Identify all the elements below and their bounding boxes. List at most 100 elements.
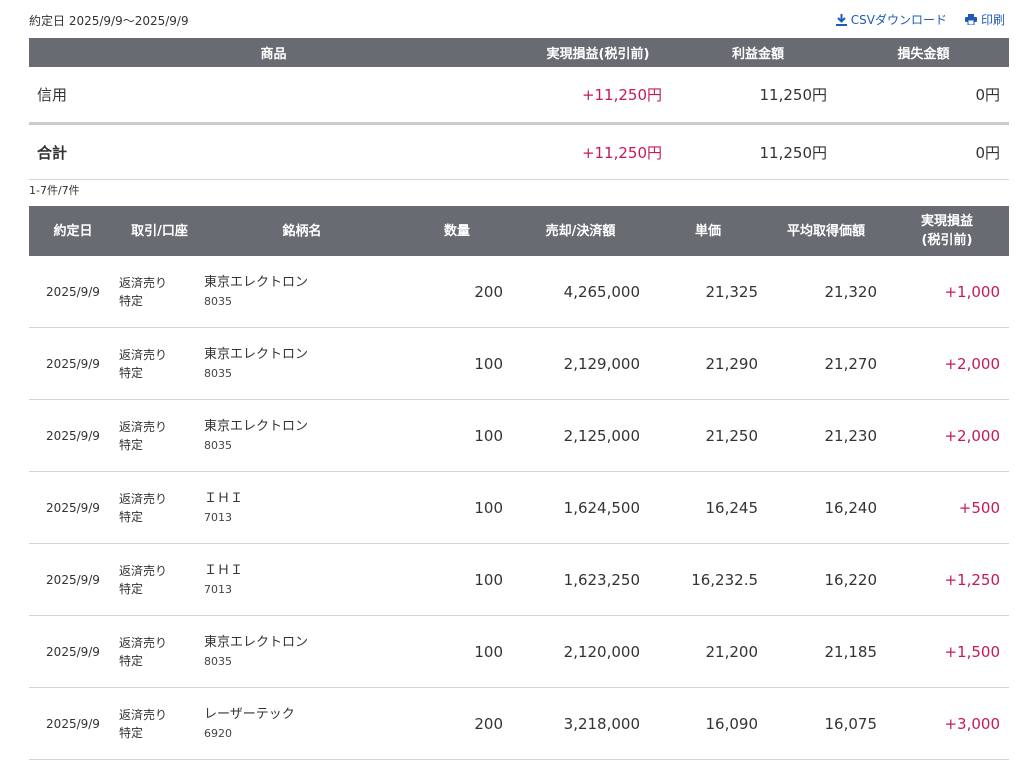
col-name[interactable]: 銘柄名 <box>202 206 402 256</box>
printer-icon <box>964 14 977 25</box>
row-stock-name[interactable]: レーザーテック <box>204 705 402 724</box>
row-stock-code: 7013 <box>204 510 232 524</box>
row-stock-code: 8035 <box>204 366 232 380</box>
toolbar-links: CSVダウンロード 印刷 <box>835 11 1005 28</box>
table-row: 2025/9/9 返済売り 特定 東京エレクトロン 8035 100 2,120,000 21… <box>29 615 1009 688</box>
top-bar: 約定日 2025/9/9〜2025/9/9 CSVダウンロード 印刷 <box>0 0 1027 38</box>
row-date: 2025/9/9 <box>29 615 117 688</box>
table-row: 2025/9/9 返済売り 特定 ＩＨＩ 7013 100 1,623,250 16,232.… <box>29 543 1009 616</box>
col-qty[interactable]: 数量 <box>402 206 512 256</box>
row-trade-type: 返済売り <box>119 635 168 650</box>
row-qty: 200 <box>402 256 512 328</box>
row-account-type: 特定 <box>119 293 144 308</box>
col-date[interactable]: 約定日 <box>29 206 117 256</box>
col-avg[interactable]: 平均取得価額 <box>767 206 885 256</box>
row-amount: 1,623,250 <box>512 543 649 616</box>
col-pl[interactable]: 実現損益 (税引前) <box>885 206 1009 256</box>
row-price: 16,232.5 <box>649 543 767 616</box>
row-stock-code: 7013 <box>204 582 232 596</box>
print-label: 印刷 <box>980 13 1005 27</box>
summary-row: 信用 +11,250円 11,250円 0円 <box>29 67 1009 125</box>
row-account-type: 特定 <box>119 365 144 380</box>
row-pl: +1,500 <box>885 615 1009 688</box>
row-pl: +2,000 <box>885 399 1009 472</box>
row-qty: 100 <box>402 399 512 472</box>
row-date: 2025/9/9 <box>29 256 117 328</box>
col-account[interactable]: 取引/口座 <box>117 206 202 256</box>
row-date: 2025/9/9 <box>29 543 117 616</box>
row-date: 2025/9/9 <box>29 687 117 760</box>
total-label: 合計 <box>29 123 518 180</box>
row-avg: 21,230 <box>767 399 885 472</box>
row-account: 返済売り 特定 <box>117 543 202 616</box>
summary-product: 信用 <box>29 67 518 125</box>
row-stock-name[interactable]: 東京エレクトロン <box>204 345 402 364</box>
row-trade-type: 返済売り <box>119 419 168 434</box>
summary-header-row: 商品 実現損益(税引前) 利益金額 損失金額 <box>29 38 1009 67</box>
row-account: 返済売り 特定 <box>117 256 202 328</box>
table-row: 2025/9/9 返済売り 特定 東京エレクトロン 8035 100 2,125,000 21… <box>29 399 1009 472</box>
row-pl: +1,000 <box>885 256 1009 328</box>
date-range-text: 約定日 2025/9/9〜2025/9/9 <box>29 14 189 28</box>
row-avg: 16,075 <box>767 687 885 760</box>
row-trade-type: 返済売り <box>119 563 168 578</box>
table-row: 2025/9/9 返済売り 特定 東京エレクトロン 8035 200 4,265,000 21… <box>29 256 1009 328</box>
row-qty: 200 <box>402 687 512 760</box>
row-stock-name[interactable]: 東京エレクトロン <box>204 633 402 652</box>
row-price: 21,325 <box>649 256 767 328</box>
row-date: 2025/9/9 <box>29 399 117 472</box>
summary-col-realized: 実現損益(税引前) <box>546 47 650 62</box>
csv-download-link[interactable]: CSVダウンロード <box>835 11 947 28</box>
row-stock-name[interactable]: 東京エレクトロン <box>204 417 402 436</box>
col-pl-line1: 実現損益 <box>920 214 973 229</box>
row-stock-code: 8035 <box>204 294 232 308</box>
row-amount: 3,218,000 <box>512 687 649 760</box>
row-account-type: 特定 <box>119 653 144 668</box>
summary-realized: +11,250円 <box>518 67 678 125</box>
csv-download-label: CSVダウンロード <box>850 13 947 27</box>
row-account: 返済売り 特定 <box>117 327 202 400</box>
row-pl: +2,000 <box>885 327 1009 400</box>
row-avg: 21,185 <box>767 615 885 688</box>
row-trade-type: 返済売り <box>119 491 168 506</box>
row-stock: 東京エレクトロン 8035 <box>202 256 402 328</box>
row-avg: 16,220 <box>767 543 885 616</box>
row-date: 2025/9/9 <box>29 327 117 400</box>
row-qty: 100 <box>402 327 512 400</box>
col-price[interactable]: 単価 <box>649 206 767 256</box>
row-pl: +1,250 <box>885 543 1009 616</box>
row-stock-name[interactable]: 東京エレクトロン <box>204 273 402 292</box>
row-price: 16,090 <box>649 687 767 760</box>
col-amount[interactable]: 売却/決済額 <box>512 206 649 256</box>
trade-rows: 2025/9/9 返済売り 特定 東京エレクトロン 8035 200 4,265,000 21… <box>29 256 1009 760</box>
list-header-row: 約定日 取引/口座 銘柄名 数量 売却/決済額 単価 平均取得価額 実現損益 (… <box>29 206 1009 256</box>
row-qty: 100 <box>402 543 512 616</box>
row-stock: 東京エレクトロン 8035 <box>202 327 402 400</box>
row-stock-name[interactable]: ＩＨＩ <box>204 489 402 508</box>
row-account-type: 特定 <box>119 509 144 524</box>
row-amount: 4,265,000 <box>512 256 649 328</box>
result-count: 1-7件/7件 <box>29 184 80 197</box>
print-link[interactable]: 印刷 <box>964 11 1005 28</box>
col-pl-line2: (税引前) <box>921 233 973 248</box>
row-account: 返済売り 特定 <box>117 687 202 760</box>
row-pl: +500 <box>885 471 1009 544</box>
summary-col-loss: 損失金額 <box>897 47 950 62</box>
row-stock-name[interactable]: ＩＨＩ <box>204 561 402 580</box>
row-stock: ＩＨＩ 7013 <box>202 471 402 544</box>
table-row: 2025/9/9 返済売り 特定 ＩＨＩ 7013 100 1,624,500 16,245 1… <box>29 471 1009 544</box>
total-realized: +11,250円 <box>518 123 678 180</box>
row-account: 返済売り 特定 <box>117 471 202 544</box>
total-loss: 0円 <box>838 123 1009 180</box>
row-price: 21,290 <box>649 327 767 400</box>
row-stock-code: 6920 <box>204 726 232 740</box>
table-row: 2025/9/9 返済売り 特定 レーザーテック 6920 200 3,218,000 16,… <box>29 687 1009 760</box>
row-stock: レーザーテック 6920 <box>202 687 402 760</box>
row-stock-code: 8035 <box>204 654 232 668</box>
row-account: 返済売り 特定 <box>117 399 202 472</box>
row-avg: 21,320 <box>767 256 885 328</box>
row-qty: 100 <box>402 471 512 544</box>
row-price: 16,245 <box>649 471 767 544</box>
row-amount: 2,120,000 <box>512 615 649 688</box>
trade-list-table: 約定日 取引/口座 銘柄名 数量 売却/決済額 単価 平均取得価額 実現損益 (… <box>29 206 1009 760</box>
